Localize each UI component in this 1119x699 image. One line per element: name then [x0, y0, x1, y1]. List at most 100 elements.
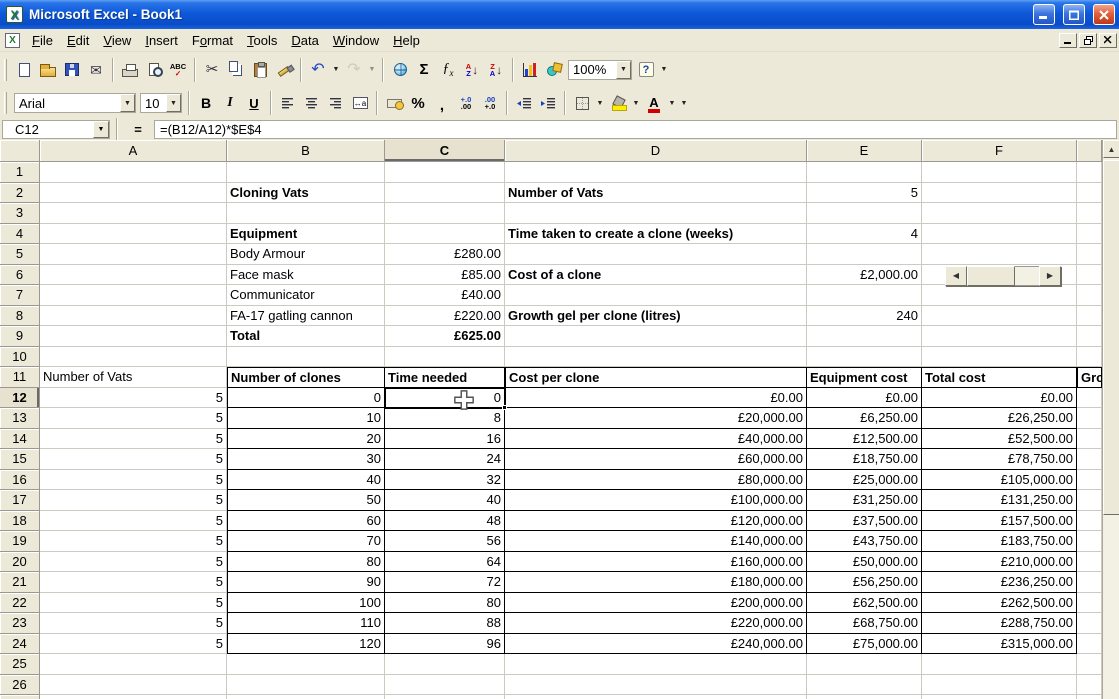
cell-F2[interactable] — [922, 183, 1077, 204]
cell-C19[interactable]: 56 — [385, 531, 505, 552]
cell-F11[interactable]: Total cost — [922, 367, 1077, 388]
cell-A9[interactable] — [40, 326, 227, 347]
cell-E18[interactable]: £37,500.00 — [807, 511, 922, 532]
font-size-combobox[interactable]: 10▼ — [140, 93, 182, 113]
cell-B10[interactable] — [227, 347, 385, 368]
undo-button[interactable]: ↶ — [306, 58, 330, 82]
row-header-15[interactable]: 15 — [0, 449, 40, 470]
minimize-button[interactable] — [1033, 4, 1055, 25]
cell-G24[interactable] — [1077, 634, 1102, 655]
sort-ascending-button[interactable]: A Z↓ — [460, 58, 484, 82]
cell-A2[interactable] — [40, 183, 227, 204]
drawing-button[interactable] — [542, 58, 566, 82]
cell-G20[interactable] — [1077, 552, 1102, 573]
cell-A22[interactable]: 5 — [40, 593, 227, 614]
cell-E25[interactable] — [807, 654, 922, 675]
scrollbar-right-button[interactable]: ▶ — [1039, 266, 1061, 286]
cell-E23[interactable]: £68,750.00 — [807, 613, 922, 634]
column-header-F[interactable]: F — [922, 140, 1077, 162]
cell-E13[interactable]: £6,250.00 — [807, 408, 922, 429]
cell-C25[interactable] — [385, 654, 505, 675]
align-center-button[interactable] — [300, 91, 324, 115]
cell-E1[interactable] — [807, 162, 922, 183]
undo-dropdown-button[interactable]: ▼ — [330, 58, 342, 82]
row-header-19[interactable]: 19 — [0, 531, 40, 552]
cell-C26[interactable] — [385, 675, 505, 696]
cell-B19[interactable]: 70 — [227, 531, 385, 552]
cell-D27[interactable] — [505, 695, 807, 699]
cell-D5[interactable] — [505, 244, 807, 265]
chart-wizard-button[interactable] — [518, 58, 542, 82]
cell-F20[interactable]: £210,000.00 — [922, 552, 1077, 573]
cell-D1[interactable] — [505, 162, 807, 183]
font-color-dropdown-button[interactable]: ▼ — [666, 91, 678, 115]
align-left-button[interactable] — [276, 91, 300, 115]
cell-F8[interactable] — [922, 306, 1077, 327]
cell-D24[interactable]: £240,000.00 — [505, 634, 807, 655]
cell-G17[interactable] — [1077, 490, 1102, 511]
cell-F16[interactable]: £105,000.00 — [922, 470, 1077, 491]
cell-A17[interactable]: 5 — [40, 490, 227, 511]
cell-E9[interactable] — [807, 326, 922, 347]
cell-E5[interactable] — [807, 244, 922, 265]
cell-D25[interactable] — [505, 654, 807, 675]
cell-E3[interactable] — [807, 203, 922, 224]
scrollbar-left-button[interactable]: ◀ — [945, 266, 967, 286]
fill-dropdown-button[interactable]: ▼ — [630, 91, 642, 115]
insert-hyperlink-button[interactable] — [388, 58, 412, 82]
cell-D7[interactable] — [505, 285, 807, 306]
column-header-G[interactable] — [1077, 140, 1102, 162]
open-button[interactable] — [36, 58, 60, 82]
cell-C11[interactable]: Time needed — [385, 367, 505, 388]
cell-B24[interactable]: 120 — [227, 634, 385, 655]
cell-G23[interactable] — [1077, 613, 1102, 634]
row-header-9[interactable]: 9 — [0, 326, 40, 347]
cell-C21[interactable]: 72 — [385, 572, 505, 593]
cell-A14[interactable]: 5 — [40, 429, 227, 450]
cell-G4[interactable] — [1077, 224, 1102, 245]
cell-F26[interactable] — [922, 675, 1077, 696]
increase-decimal-button[interactable]: +.0 .00 — [454, 91, 478, 115]
cell-C13[interactable]: 8 — [385, 408, 505, 429]
cell-E11[interactable]: Equipment cost — [807, 367, 922, 388]
cell-C27[interactable] — [385, 695, 505, 699]
row-header-20[interactable]: 20 — [0, 552, 40, 573]
toolbar-options-button[interactable]: ▼ — [658, 58, 670, 82]
cell-C8[interactable]: £220.00 — [385, 306, 505, 327]
decrease-indent-button[interactable] — [512, 91, 536, 115]
cell-A8[interactable] — [40, 306, 227, 327]
row-header-7[interactable]: 7 — [0, 285, 40, 306]
fill-color-button[interactable] — [606, 91, 630, 115]
cell-E15[interactable]: £18,750.00 — [807, 449, 922, 470]
bold-button[interactable]: B — [194, 91, 218, 115]
cell-B21[interactable]: 90 — [227, 572, 385, 593]
cell-A5[interactable] — [40, 244, 227, 265]
cell-G9[interactable] — [1077, 326, 1102, 347]
cell-G25[interactable] — [1077, 654, 1102, 675]
cell-F9[interactable] — [922, 326, 1077, 347]
cell-G2[interactable] — [1077, 183, 1102, 204]
row-header-1[interactable]: 1 — [0, 162, 40, 183]
cell-E19[interactable]: £43,750.00 — [807, 531, 922, 552]
cell-E27[interactable] — [807, 695, 922, 699]
cell-A3[interactable] — [40, 203, 227, 224]
row-header-2[interactable]: 2 — [0, 183, 40, 204]
cell-A1[interactable] — [40, 162, 227, 183]
cell-F3[interactable] — [922, 203, 1077, 224]
row-header-4[interactable]: 4 — [0, 224, 40, 245]
row-header-18[interactable]: 18 — [0, 511, 40, 532]
cell-F19[interactable]: £183,750.00 — [922, 531, 1077, 552]
cell-F7[interactable] — [922, 285, 1077, 306]
cell-C9[interactable]: £625.00 — [385, 326, 505, 347]
cell-E21[interactable]: £56,250.00 — [807, 572, 922, 593]
cell-A7[interactable] — [40, 285, 227, 306]
toolbar-options-button[interactable]: ▼ — [678, 91, 690, 115]
cell-E6[interactable]: £2,000.00 — [807, 265, 922, 286]
cell-F24[interactable]: £315,000.00 — [922, 634, 1077, 655]
formula-input[interactable]: =(B12/A12)*$E$4 — [154, 120, 1117, 139]
increase-indent-button[interactable] — [536, 91, 560, 115]
cell-B7[interactable]: Communicator — [227, 285, 385, 306]
cell-F17[interactable]: £131,250.00 — [922, 490, 1077, 511]
cell-A26[interactable] — [40, 675, 227, 696]
row-header-23[interactable]: 23 — [0, 613, 40, 634]
